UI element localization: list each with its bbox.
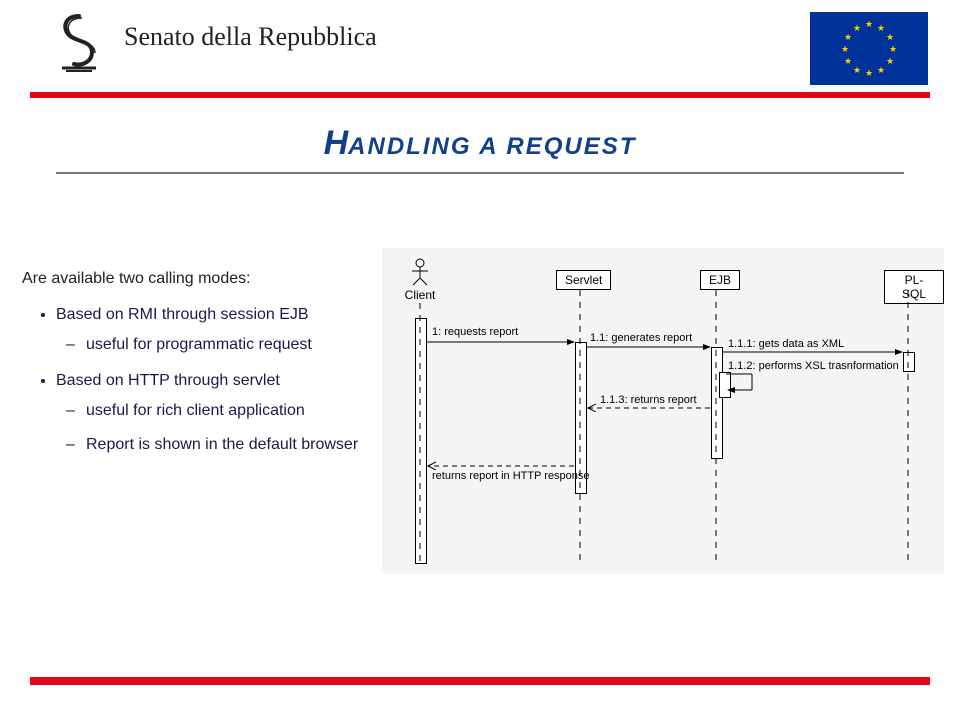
org-name: Senato della Repubblica [124,22,377,52]
bullet-http-sub-1: useful for rich client application [86,402,377,420]
bullet-http: Based on HTTP through servlet useful for… [56,372,377,454]
msg-1: 1: requests report [432,326,518,338]
msg-1-1: 1.1: generates report [590,332,692,344]
intro-text: Are available two calling modes: [22,270,377,288]
header: Senato della Repubblica ★ ★ ★ ★ ★ ★ ★ ★ … [0,0,960,96]
eu-stars: ★ ★ ★ ★ ★ ★ ★ ★ ★ ★ ★ ★ [844,24,894,74]
sequence-diagram: Client Servlet EJB PL-SQL [382,248,944,574]
actor-client: Client [390,258,450,302]
body-text: Are available two calling modes: Based o… [22,270,377,472]
divider-bottom [30,677,930,685]
bullet-rmi: Based on RMI through session EJB useful … [56,306,377,354]
divider-top [30,92,930,98]
bullet-rmi-label: Based on RMI through session EJB [56,306,309,323]
msg-return: returns report in HTTP response [432,470,590,482]
title-underline [56,172,904,174]
actor-client-label: Client [390,288,450,302]
title-first-letter: H [324,124,349,162]
msg-1-1-1: 1.1.1: gets data as XML [728,338,844,350]
eu-flag-icon: ★ ★ ★ ★ ★ ★ ★ ★ ★ ★ ★ ★ [810,12,928,85]
title-rest: ANDLING A REQUEST [348,133,636,160]
bullet-http-label: Based on HTTP through servlet [56,372,280,389]
lifeline-servlet: Servlet [556,270,611,290]
bullet-http-sub-2: Report is shown in the default browser [86,436,377,454]
diagram-arrows [382,248,944,574]
slide: Senato della Repubblica ★ ★ ★ ★ ★ ★ ★ ★ … [0,0,960,720]
msg-1-1-2: 1.1.2: performs XSL trasnformation [728,360,899,372]
bullet-rmi-sub-1: useful for programmatic request [86,336,377,354]
slide-title: HANDLING A REQUEST [56,124,904,163]
lifeline-ejb: EJB [700,270,740,290]
msg-1-1-3: 1.1.3: returns report [600,394,697,406]
senate-logo-icon [52,12,106,72]
lifeline-plsql: PL-SQL [884,270,944,304]
